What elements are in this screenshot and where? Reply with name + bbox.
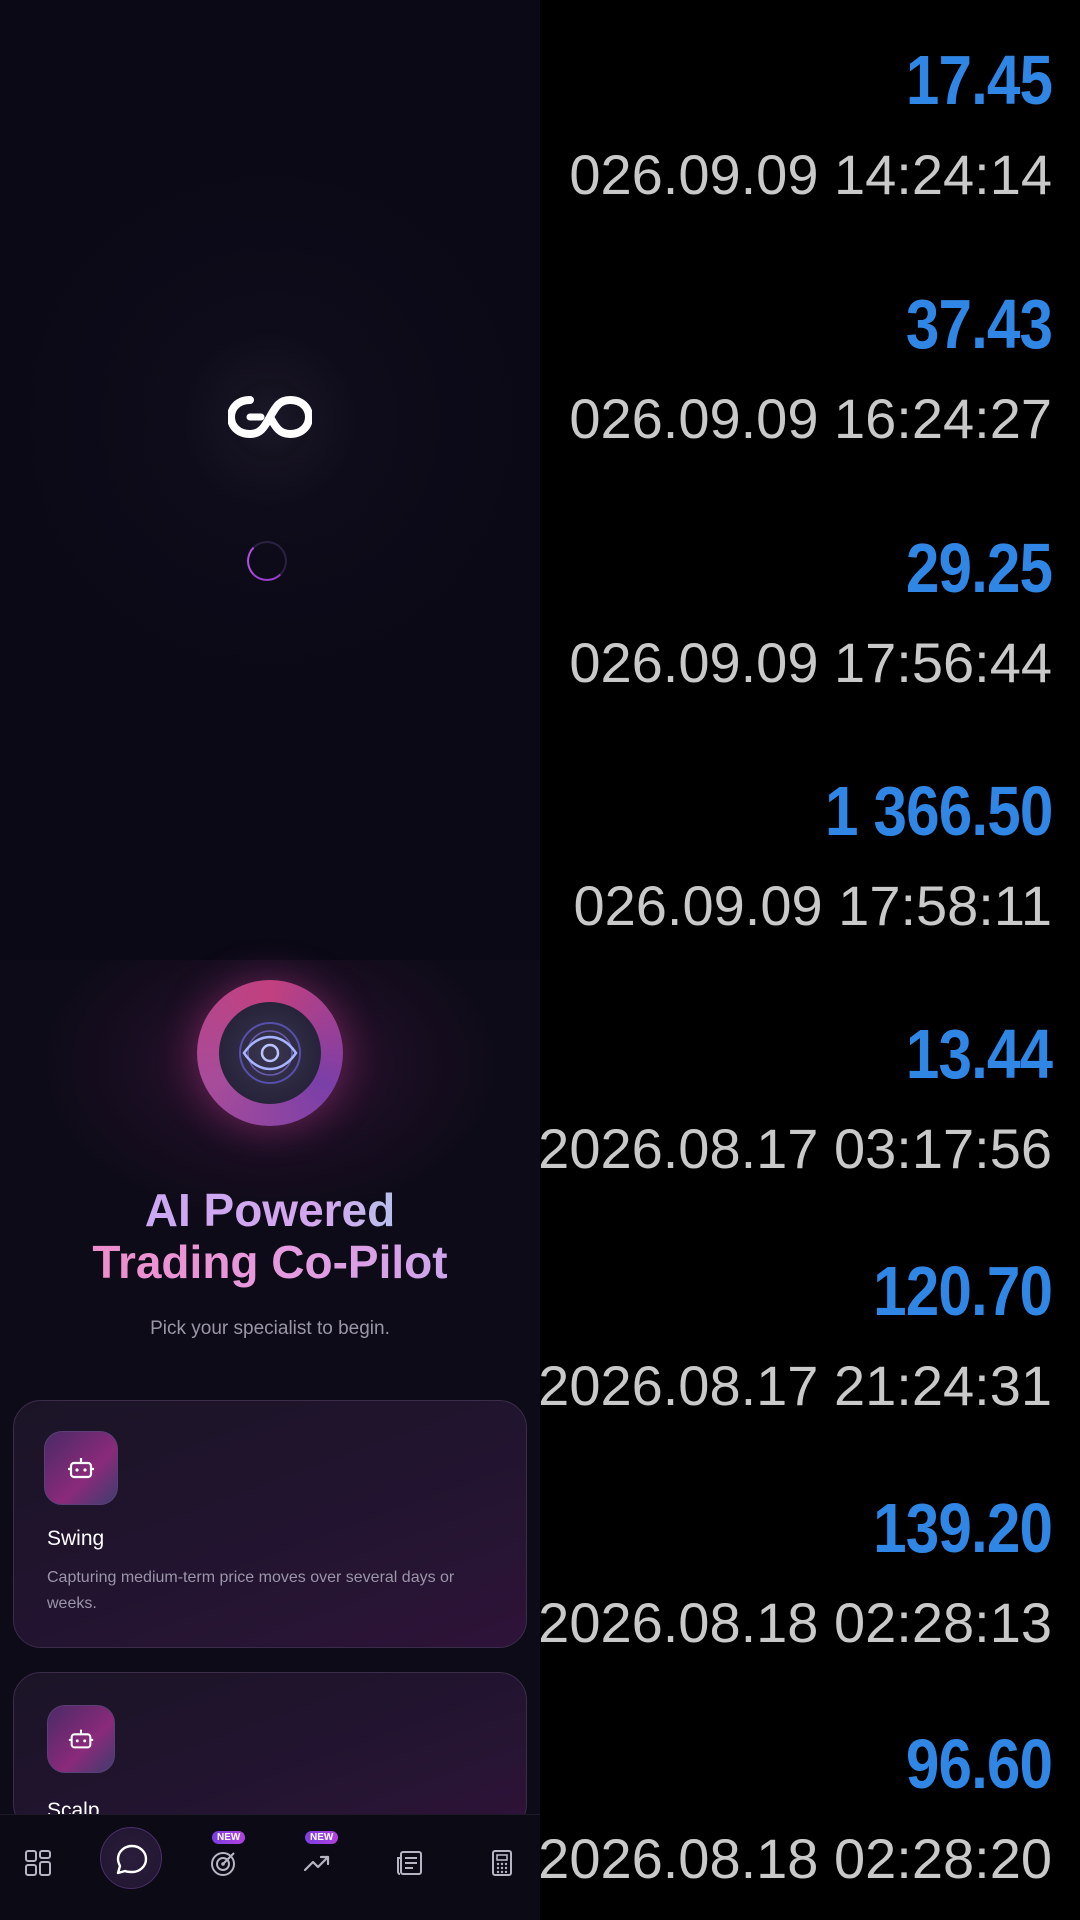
splash-screen [0, 0, 540, 960]
calculator-icon [492, 1850, 512, 1876]
trade-amount: 37.43 [905, 285, 1053, 363]
loading-spinner-icon [247, 541, 287, 581]
card-description: Capturing medium-term price moves over s… [47, 1569, 455, 1612]
trade-timestamp: 2026.08.17 21:24:31 [540, 1354, 1052, 1417]
nav-dashboard[interactable] [14, 1839, 62, 1887]
robot-icon [44, 1431, 118, 1505]
trade-amount: 1 366.50 [824, 772, 1053, 850]
trade-amount: 29.25 [905, 529, 1053, 607]
nav-news[interactable] [386, 1839, 434, 1887]
app-pane: AI Powered Trading Co-Pilot Pick your sp… [0, 0, 540, 1920]
trade-amount: 139.20 [873, 1489, 1053, 1567]
eye-orb-icon [219, 1002, 321, 1104]
trade-timestamp: 2026.08.18 02:28:13 [540, 1591, 1052, 1654]
nav-signals[interactable]: NEW [200, 1831, 248, 1887]
dashboard-grid-icon [25, 1850, 51, 1876]
trade-timestamp: 2026.08.18 02:28:20 [540, 1827, 1052, 1890]
headline-line-1: AI Powered [0, 1184, 540, 1236]
headline-line-2: Trading Co-Pilot [0, 1236, 540, 1288]
trade-timestamp: 2026.08.17 03:17:56 [540, 1117, 1052, 1180]
news-icon [397, 1851, 422, 1875]
robot-icon [47, 1705, 115, 1773]
trade-timestamp: 026.09.09 17:56:44 [569, 631, 1052, 694]
nav-calculator[interactable] [478, 1839, 526, 1887]
new-badge: NEW [212, 1831, 246, 1844]
trade-timestamp: 026.09.09 14:24:14 [569, 143, 1052, 206]
new-badge: NEW [305, 1831, 339, 1844]
bottom-nav: NEW NEW [0, 1814, 540, 1920]
subtitle: Pick your specialist to begin. [150, 1318, 390, 1339]
trade-amount: 13.44 [905, 1015, 1053, 1093]
trending-up-icon [303, 1855, 330, 1872]
trade-amount: 120.70 [873, 1252, 1053, 1330]
specialist-card-scalp[interactable]: Scalp [13, 1672, 527, 1832]
trade-amount: 96.60 [905, 1725, 1053, 1803]
trade-amount: 17.45 [905, 41, 1053, 119]
specialist-card-swing[interactable]: Swing Capturing medium-term price moves … [13, 1400, 527, 1648]
nav-chat[interactable] [100, 1827, 162, 1889]
chat-bubble-icon [116, 1844, 148, 1875]
target-icon [211, 1852, 235, 1876]
infinity-go-logo-icon [228, 395, 312, 439]
headline: AI Powered Trading Co-Pilot [0, 1184, 540, 1288]
trade-history-list[interactable]: 17.45 026.09.09 14:24:14 37.43 026.09.09… [540, 0, 1080, 1920]
trade-timestamp: 026.09.09 17:58:11 [573, 874, 1052, 937]
nav-trends[interactable]: NEW [293, 1831, 341, 1887]
card-title: Swing [47, 1527, 105, 1550]
trade-timestamp: 026.09.09 16:24:27 [569, 387, 1052, 450]
